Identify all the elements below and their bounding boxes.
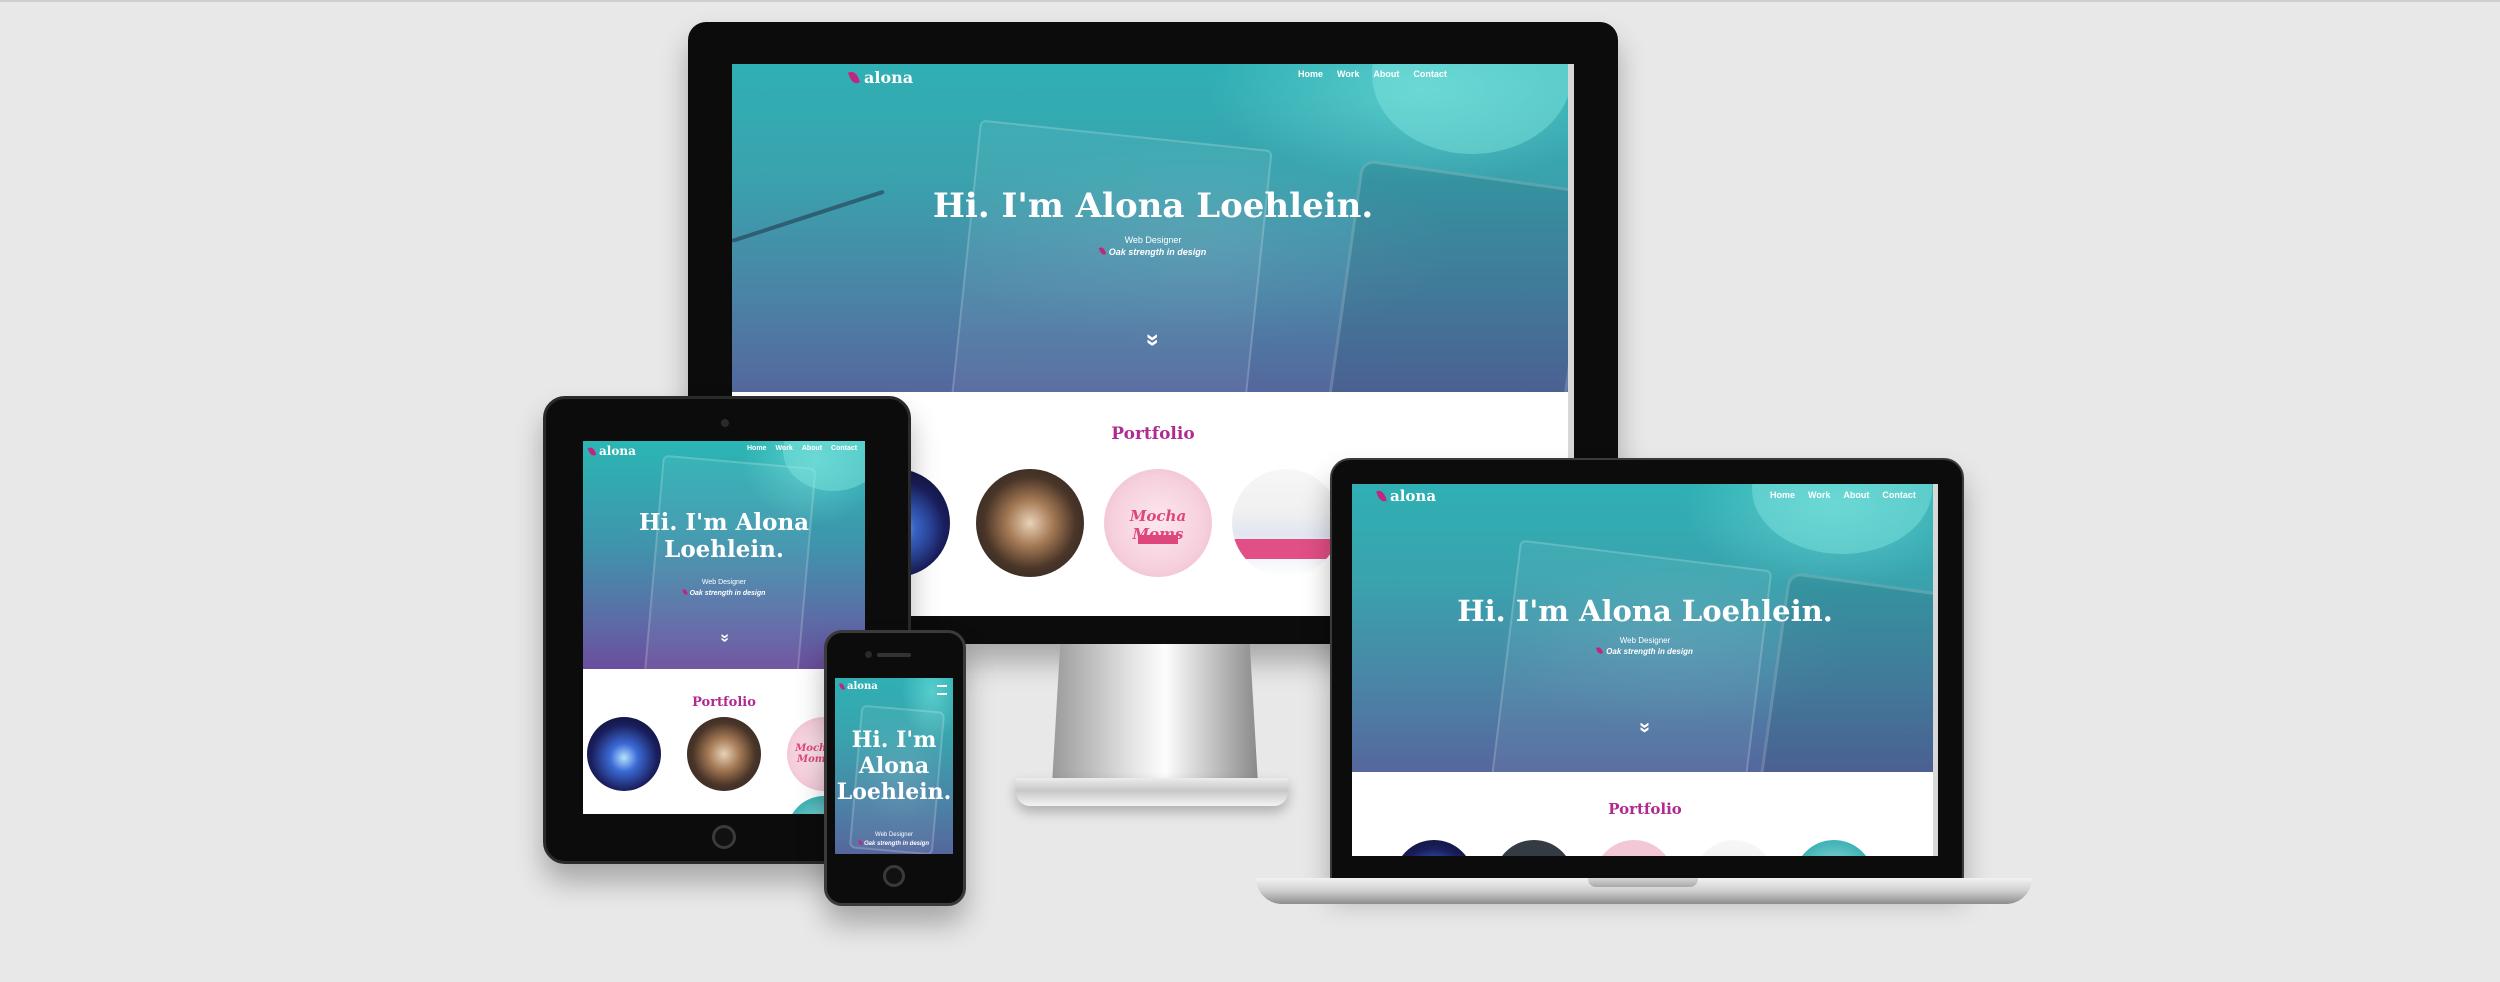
site-logo[interactable]: alona (848, 68, 914, 87)
laptop-portfolio-concert[interactable] (1394, 840, 1474, 856)
hamburger-icon[interactable] (937, 685, 947, 695)
monitor-stand-base (1016, 778, 1288, 806)
main-nav: Home Work About Contact (1298, 69, 1447, 79)
nav-contact[interactable]: Contact (1413, 69, 1447, 79)
leaf-icon (1098, 246, 1106, 256)
laptop-subtitle: Web Designer (1619, 636, 1671, 645)
laptop-screen: alona Home Work About Contact Hi. I'm Al… (1352, 484, 1938, 856)
portfolio-item-mocha-moms[interactable]: Mocha Moms (1104, 469, 1212, 577)
leaf-logo-icon (1376, 489, 1387, 503)
tablet-nav: Home Work About Contact (747, 445, 857, 452)
hero-section: alona Home Work About Contact Hi. I'm Al… (732, 64, 1574, 392)
laptop-hero: alona Home Work About Contact Hi. I'm Al… (1352, 484, 1938, 772)
leaf-icon (681, 588, 688, 596)
nav-work[interactable]: Work (1337, 69, 1359, 79)
phone-logo[interactable]: alona (838, 681, 878, 692)
phone-hero: alona Hi. I'm Alona Loehlein. Web Design… (835, 678, 953, 854)
nav-about[interactable]: About (1843, 490, 1869, 500)
tablet-subtitle: Web Designer (701, 579, 747, 586)
laptop-device: alona Home Work About Contact Hi. I'm Al… (1330, 458, 1964, 882)
tablet-portfolio-heading: Portfolio (692, 695, 756, 710)
tablet-scroll-down-icon[interactable]: » (583, 629, 865, 647)
phone-subtitle: Web Designer (875, 832, 913, 838)
phone-hero-title: Hi. I'm Alona Loehlein. (836, 727, 952, 805)
tablet-screen: alona Home Work About Contact Hi. I'm Al… (583, 441, 865, 814)
mocha-button (1138, 535, 1178, 544)
laptop-notch (1588, 878, 1698, 887)
laptop-scroll-down-icon[interactable]: » (1352, 716, 1938, 739)
leaf-logo-icon (838, 682, 846, 691)
laptop-hero-title: Hi. I'm Alona Loehlein. (1457, 594, 1833, 628)
laptop-nav: Home Work About Contact (1770, 490, 1916, 500)
tablet-tagline: Oak strength in design (583, 588, 865, 597)
laptop-portfolio-mocha[interactable] (1594, 840, 1674, 856)
leaf-icon (858, 839, 863, 846)
leaf-logo-icon (587, 445, 597, 457)
laptop-tagline: Oak strength in design (1352, 646, 1938, 656)
tablet-camera (721, 419, 729, 427)
tablet-portfolio-food[interactable] (687, 717, 761, 791)
leaf-icon (1596, 646, 1604, 655)
nav-about[interactable]: About (1373, 69, 1399, 79)
tablet-home-button[interactable] (712, 825, 736, 849)
monitor-stand-neck (1052, 644, 1258, 784)
scroll-down-icon[interactable]: » (1139, 64, 1167, 392)
nav-home[interactable]: Home (1770, 490, 1795, 500)
nav-contact[interactable]: Contact (831, 445, 857, 452)
nav-home[interactable]: Home (1298, 69, 1323, 79)
nav-home[interactable]: Home (747, 445, 766, 452)
tablet-logo[interactable]: alona (587, 444, 636, 458)
laptop-portfolio-website[interactable] (1694, 840, 1774, 856)
nav-work[interactable]: Work (1808, 490, 1830, 500)
nav-contact[interactable]: Contact (1882, 490, 1916, 500)
laptop-portfolio-heading: Portfolio (1608, 800, 1682, 818)
phone-tagline: Oak strength in design (835, 839, 953, 847)
leaf-logo-icon (848, 70, 860, 85)
logo-text: alona (864, 68, 914, 87)
phone-screen: alona Hi. I'm Alona Loehlein. Web Design… (835, 678, 953, 854)
tablet-portfolio-concert[interactable] (587, 717, 661, 791)
tablet-hero-title: Hi. I'm Alona Loehlein. (638, 509, 810, 564)
laptop-portfolio-teal[interactable] (1794, 840, 1874, 856)
laptop-portfolio-food[interactable] (1494, 840, 1574, 856)
phone-speaker (877, 653, 911, 657)
phone-device: alona Hi. I'm Alona Loehlein. Web Design… (824, 630, 966, 906)
tablet-hero: alona Home Work About Contact Hi. I'm Al… (583, 441, 865, 669)
nav-about[interactable]: About (802, 445, 822, 452)
top-border (0, 0, 2500, 2)
website-band (1232, 539, 1340, 559)
portfolio-item-food[interactable] (976, 469, 1084, 577)
phone-camera (865, 651, 872, 658)
portfolio-item-website[interactable] (1232, 469, 1340, 577)
phone-home-button[interactable] (883, 865, 905, 887)
laptop-logo[interactable]: alona (1376, 487, 1436, 505)
nav-work[interactable]: Work (775, 445, 792, 452)
